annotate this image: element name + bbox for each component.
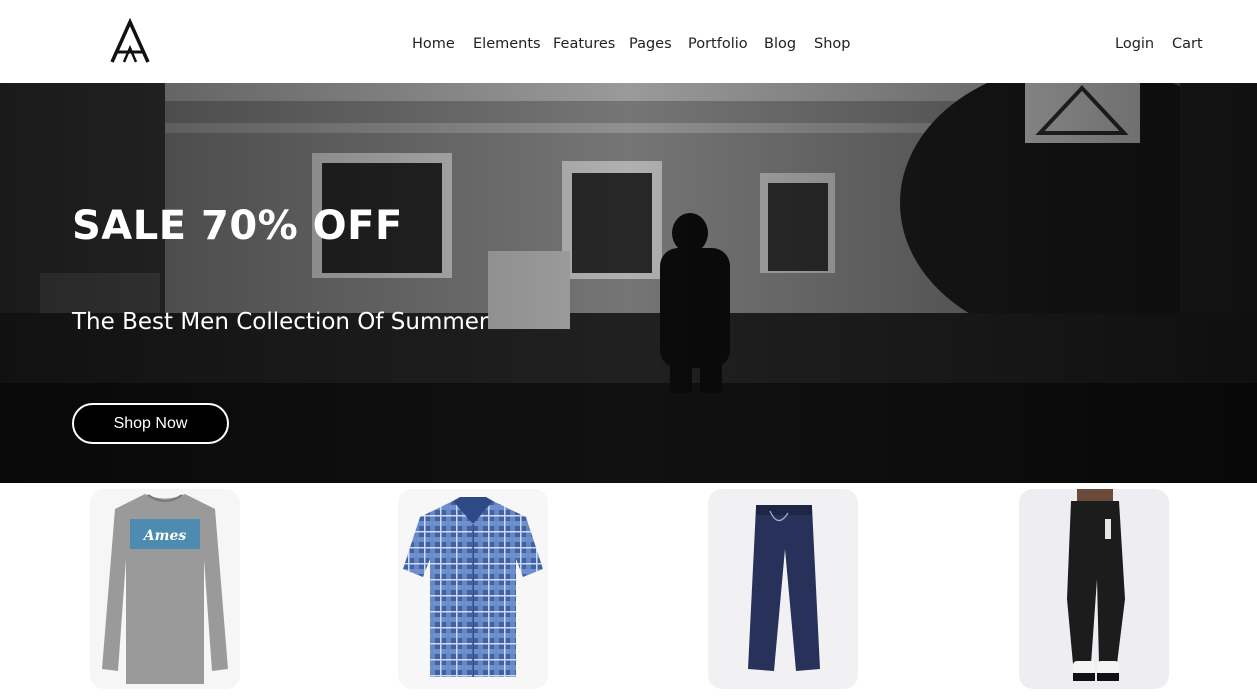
navy-trousers-image bbox=[748, 505, 820, 671]
nav-shop[interactable]: Shop bbox=[814, 36, 850, 52]
shirt-print-text: Ames bbox=[142, 528, 187, 544]
shop-now-button[interactable]: Shop Now bbox=[72, 403, 229, 444]
nav-home[interactable]: Home bbox=[412, 36, 455, 52]
hero-subtitle: The Best Men Collection Of Summer bbox=[72, 309, 489, 335]
nav-pages[interactable]: Pages bbox=[629, 36, 672, 52]
product-row: Ames bbox=[0, 483, 1257, 696]
main-nav: Home Elements Features Pages Portfolio B… bbox=[0, 36, 1257, 58]
nav-portfolio[interactable]: Portfolio bbox=[688, 36, 748, 52]
login-link[interactable]: Login bbox=[1115, 36, 1154, 52]
product-card-track-pants[interactable] bbox=[1019, 489, 1169, 689]
hero-banner: SALE 70% OFF The Best Men Collection Of … bbox=[0, 83, 1257, 483]
product-card-navy-trousers[interactable] bbox=[708, 489, 858, 689]
site-header: Home Elements Features Pages Portfolio B… bbox=[0, 0, 1257, 83]
grey-long-sleeve-shirt-image: Ames bbox=[102, 494, 228, 684]
hero-title: SALE 70% OFF bbox=[72, 203, 403, 249]
nav-elements[interactable]: Elements bbox=[473, 36, 541, 52]
product-card-grey-shirt[interactable]: Ames bbox=[90, 489, 240, 689]
cart-link[interactable]: Cart bbox=[1172, 36, 1203, 52]
product-card-plaid-shirt[interactable] bbox=[398, 489, 548, 689]
nav-features[interactable]: Features bbox=[553, 36, 615, 52]
blue-plaid-shirt-image bbox=[403, 497, 543, 677]
nav-blog[interactable]: Blog bbox=[764, 36, 796, 52]
black-track-pants-image bbox=[1067, 489, 1125, 681]
